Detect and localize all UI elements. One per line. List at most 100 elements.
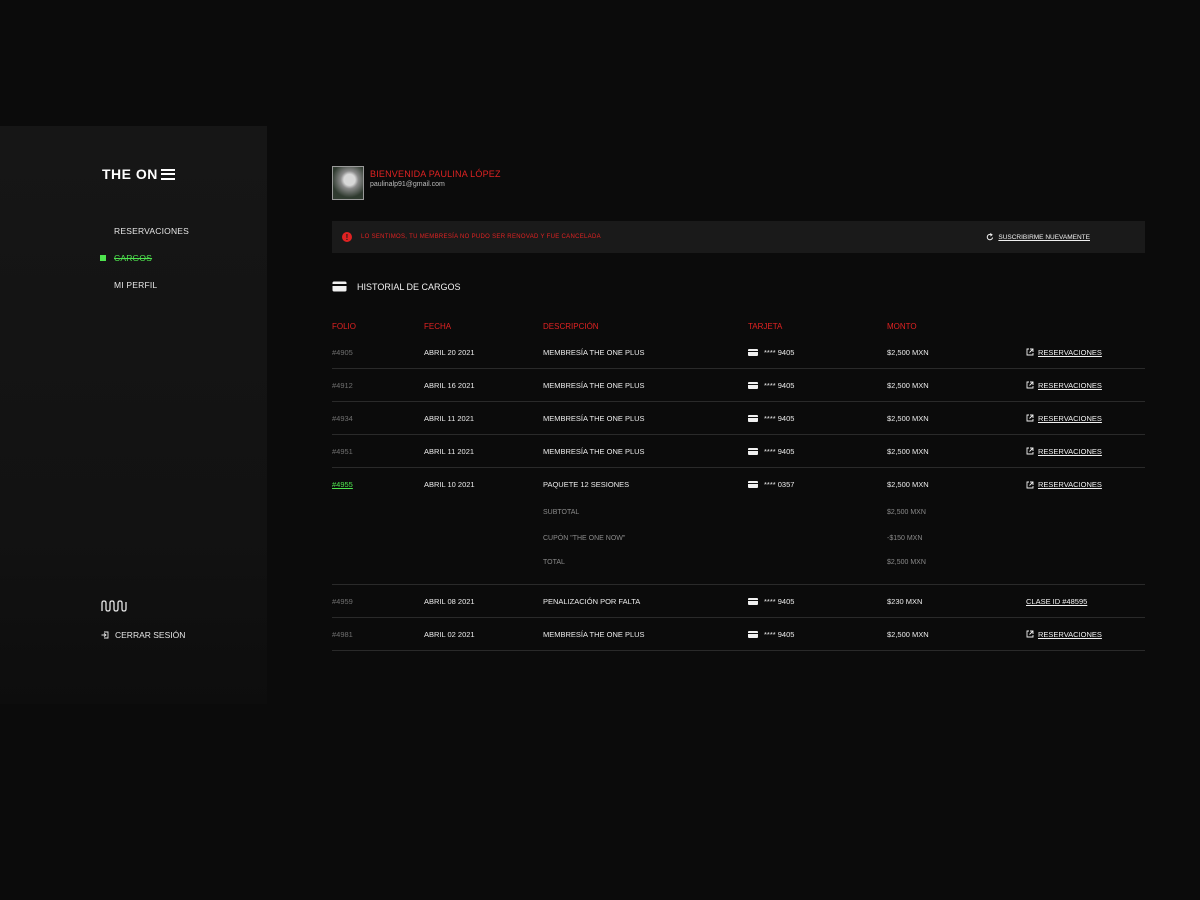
tarjeta: **** 0357 [748,480,887,489]
alert-icon: ! [342,232,352,242]
sidebar-item-cargos[interactable]: CARGOS [100,251,189,265]
link-label: RESERVACIONES [1038,480,1102,489]
table-row: #4951 ABRIL 11 2021 MEMBRESÍA THE ONE PL… [332,435,1145,468]
card-number: **** 0357 [764,480,795,489]
brand-logo[interactable]: THE ON [102,166,175,182]
sidebar-item-reservaciones[interactable]: RESERVACIONES [100,224,189,238]
credit-card-icon [748,630,758,638]
tarjeta: **** 9405 [748,348,887,357]
card-number: **** 9405 [764,446,795,456]
coupon-value: -$150 MXN [887,535,923,542]
logout-button[interactable]: CERRAR SESIÓN [101,630,185,640]
main-content: BIENVENIDA PAULINA LÓPEZ paulinalp91@gma… [332,166,1145,651]
resubscribe-label: SUSCRIBIRME NUEVAMENTE [998,233,1090,241]
table-header: FOLIO FECHA DESCRIPCIÓN TARJETA MONTO [332,316,1145,336]
fecha: ABRIL 16 2021 [424,380,475,390]
reservaciones-link[interactable]: RESERVACIONES [1026,480,1145,489]
folio[interactable]: #4934 [332,414,424,423]
section-title: HISTORIAL DE CARGOS [332,281,461,292]
refresh-icon [987,233,994,241]
card-number: **** 9405 [764,380,795,390]
monto: $2,500 MXN [887,446,929,456]
reservaciones-link[interactable]: RESERVACIONES [1026,447,1145,456]
folio[interactable]: #4951 [332,447,424,456]
folio[interactable]: #4981 [332,630,424,639]
external-link-icon [1026,447,1034,455]
card-number: **** 9405 [764,629,795,639]
nav-active-indicator [100,255,106,261]
class-id-link[interactable]: CLASE ID #48595 [1026,597,1145,606]
sidebar-item-mi-perfil[interactable]: MI PERFIL [100,278,189,292]
monto: $2,500 MXN [887,347,929,357]
sidebar-item-label: RESERVACIONES [114,226,190,236]
external-link-icon [1026,630,1034,638]
column-header-tarjeta: TARJETA [748,321,783,331]
external-link-icon [1026,481,1034,488]
folio-highlighted[interactable]: #4955 [332,480,424,489]
folio[interactable]: #4959 [332,597,424,606]
avatar[interactable] [332,166,364,200]
link-label: CLASE ID #48595 [1026,596,1088,606]
alert-message: LO SENTIMOS, TU MEMBRESÍA NO PUDO SER RE… [361,234,601,240]
brand-name: THE ON [102,166,158,182]
monto: $2,500 MXN [887,629,929,639]
subtotal-label: SUBTOTAL [543,509,580,516]
sidebar: THE ON RESERVACIONES CARGOS MI PERFIL CE… [0,126,267,704]
credit-card-icon [748,414,758,422]
descripcion: MEMBRESÍA THE ONE PLUS [543,413,645,423]
link-label: RESERVACIONES [1038,380,1102,390]
credit-card-icon [748,447,758,455]
sidebar-nav: RESERVACIONES CARGOS MI PERFIL [100,224,189,305]
charges-table: FOLIO FECHA DESCRIPCIÓN TARJETA MONTO #4… [332,316,1145,651]
sidebar-item-label: MI PERFIL [114,280,158,290]
wave-logo-icon [101,600,127,612]
monto: $230 MXN [887,596,923,606]
membership-alert: ! LO SENTIMOS, TU MEMBRESÍA NO PUDO SER … [332,221,1145,253]
sidebar-item-label: CARGOS [114,253,153,263]
credit-card-icon [748,348,758,356]
reservaciones-link[interactable]: RESERVACIONES [1026,630,1145,639]
folio[interactable]: #4912 [332,381,424,390]
credit-card-icon [748,481,758,488]
card-number: **** 9405 [764,347,795,357]
reservaciones-link[interactable]: RESERVACIONES [1026,348,1145,357]
table-row-expanded: #4955 ABRIL 10 2021 PAQUETE 12 SESIONES … [332,468,1145,501]
column-header-monto: MONTO [887,321,917,331]
external-link-icon [1026,414,1034,422]
folio[interactable]: #4905 [332,348,424,357]
descripcion: MEMBRESÍA THE ONE PLUS [543,380,645,390]
descripcion: PENALIZACIÓN POR FALTA [543,596,641,606]
reservaciones-link[interactable]: RESERVACIONES [1026,381,1145,390]
descripcion: MEMBRESÍA THE ONE PLUS [543,347,645,357]
card-number: **** 9405 [764,413,795,423]
table-row: #4959 ABRIL 08 2021 PENALIZACIÓN POR FAL… [332,585,1145,618]
credit-card-icon [332,281,347,292]
monto: $2,500 MXN [887,380,929,390]
table-row: #4912 ABRIL 16 2021 MEMBRESÍA THE ONE PL… [332,369,1145,402]
coupon-label: CUPÓN "THE ONE NOW" [543,535,626,542]
charge-breakdown: SUBTOTAL $2,500 MXN CUPÓN "THE ONE NOW" … [332,501,1145,585]
column-header-folio: FOLIO [332,321,357,331]
fecha: ABRIL 20 2021 [424,347,475,357]
nav-indicator [100,282,106,288]
fecha: ABRIL 08 2021 [424,596,475,606]
fecha: ABRIL 11 2021 [424,413,475,423]
table-row: #4981 ABRIL 02 2021 MEMBRESÍA THE ONE PL… [332,618,1145,651]
external-link-icon [1026,348,1034,356]
monto: $2,500 MXN [887,480,929,489]
link-label: RESERVACIONES [1038,347,1102,357]
descripcion: MEMBRESÍA THE ONE PLUS [543,629,645,639]
tarjeta: **** 9405 [748,447,887,456]
fecha: ABRIL 02 2021 [424,629,475,639]
column-header-fecha: FECHA [424,321,452,331]
profile-header: BIENVENIDA PAULINA LÓPEZ paulinalp91@gma… [332,166,1145,200]
resubscribe-button[interactable]: SUSCRIBIRME NUEVAMENTE [986,233,1090,241]
tarjeta: **** 9405 [748,597,887,606]
user-email: paulinalp91@gmail.com [370,181,445,188]
table-row: #4905 ABRIL 20 2021 MEMBRESÍA THE ONE PL… [332,336,1145,369]
link-label: RESERVACIONES [1038,446,1102,456]
reservaciones-link[interactable]: RESERVACIONES [1026,414,1145,423]
credit-card-icon [748,381,758,389]
logout-icon [101,631,109,639]
total-value: $2,500 MXN [887,559,926,566]
